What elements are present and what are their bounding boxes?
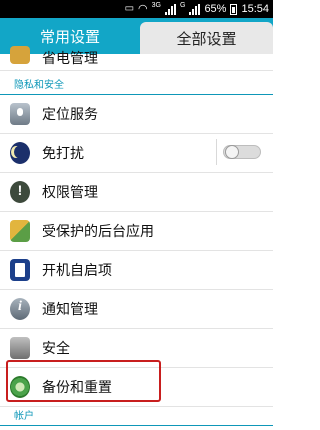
list-item-label: 通知管理 xyxy=(42,302,98,318)
list-item-notifications[interactable]: 通知管理 xyxy=(0,290,273,329)
list-item-protected-apps[interactable]: 受保护的后台应用 xyxy=(0,212,273,251)
list-item-label: 安全 xyxy=(42,341,70,357)
permission-icon xyxy=(10,181,30,203)
security-icon xyxy=(10,337,30,359)
do-not-disturb-toggle[interactable] xyxy=(216,139,262,165)
list-item-label: 权限管理 xyxy=(42,185,98,201)
list-item-startup-apps[interactable]: 开机自启项 xyxy=(0,251,273,290)
clock: 15:54 xyxy=(241,3,269,15)
list-item-label: 开机自启项 xyxy=(42,263,112,279)
network-type-label: 3G xyxy=(151,2,161,9)
battery-icon xyxy=(230,3,238,15)
list-item-do-not-disturb[interactable]: 免打扰 xyxy=(0,134,273,173)
section-header-privacy: 隐私和安全 xyxy=(0,71,273,95)
wifi-icon: ◠ xyxy=(138,3,148,15)
notification-icon: ▭ xyxy=(124,3,135,14)
settings-list: 省电管理 隐私和安全 定位服务 免打扰 权限管理 受保护的后台应用 开机自启项 … xyxy=(0,46,273,407)
battery-percent: 65% xyxy=(204,3,227,15)
list-item-power-management[interactable]: 省电管理 xyxy=(0,46,273,71)
startup-icon xyxy=(10,259,30,281)
signal-icon xyxy=(164,3,176,15)
section-header-accounts: 帐户 xyxy=(0,402,273,426)
signal-icon-2 xyxy=(189,3,201,15)
list-item-label: 免打扰 xyxy=(42,146,84,162)
list-item-label: 受保护的后台应用 xyxy=(42,224,154,240)
status-bar: ▭ ◠ 3G G 65% 15:54 xyxy=(0,0,273,18)
toggle-track xyxy=(223,145,261,159)
highlight-box xyxy=(6,360,161,402)
toggle-knob xyxy=(225,145,239,159)
moon-icon xyxy=(10,142,30,164)
network-type-label-2: G xyxy=(179,2,186,9)
location-icon xyxy=(10,103,30,125)
tab-bar: 常用设置 全部设置 xyxy=(0,18,273,54)
battery-manager-icon xyxy=(10,46,30,64)
list-item-permissions[interactable]: 权限管理 xyxy=(0,173,273,212)
protected-apps-icon xyxy=(10,220,30,242)
tab-all-settings[interactable]: 全部设置 xyxy=(140,22,273,54)
list-item-label: 定位服务 xyxy=(42,107,98,123)
info-icon xyxy=(10,298,30,320)
list-item-label: 省电管理 xyxy=(42,51,98,67)
list-item-location[interactable]: 定位服务 xyxy=(0,95,273,134)
